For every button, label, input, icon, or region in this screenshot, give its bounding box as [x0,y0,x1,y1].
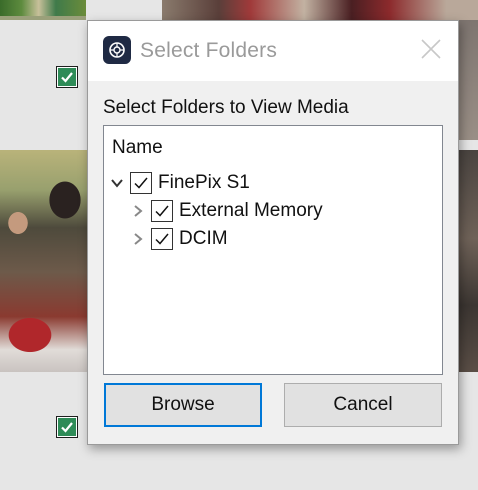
thumbnail-image[interactable] [458,150,478,372]
cancel-button[interactable]: Cancel [284,383,442,427]
chevron-down-icon[interactable] [109,175,125,191]
checkmark-icon [58,418,76,436]
select-folders-dialog: Select Folders Select Folders to View Me… [87,20,459,445]
folder-checkbox[interactable] [130,172,152,194]
chevron-right-icon[interactable] [130,203,146,219]
folder-checkbox[interactable] [151,200,173,222]
checkmark-icon [155,205,169,217]
chevron-right-icon[interactable] [130,231,146,247]
checkmark-icon [58,68,76,86]
close-button[interactable] [418,36,444,62]
dialog-title: Select Folders [140,39,278,62]
thumbnail-checkbox[interactable] [56,66,78,88]
tree-node[interactable]: DCIM [130,226,228,252]
thumbnail-image[interactable] [162,0,478,20]
tree-node[interactable]: External Memory [130,198,323,224]
tree-node-label: External Memory [179,200,323,221]
dialog-prompt: Select Folders to View Media [103,97,349,118]
thumbnail-image[interactable] [0,150,90,372]
checkmark-icon [155,233,169,245]
tree-node[interactable]: FinePix S1 [109,170,250,196]
thumbnail-image[interactable] [0,0,86,20]
tree-node-label: FinePix S1 [158,172,250,193]
folder-tree[interactable]: Name FinePix S1 External Memory DCIM [103,125,443,375]
app-logo-icon [103,36,131,64]
browse-button[interactable]: Browse [104,383,262,427]
tree-node-label: DCIM [179,228,228,249]
thumbnail-checkbox[interactable] [56,416,78,438]
folder-checkbox[interactable] [151,228,173,250]
thumbnail-image[interactable] [458,20,478,140]
tree-column-header[interactable]: Name [112,137,163,159]
close-icon [421,39,441,59]
dialog-titlebar[interactable]: Select Folders [88,21,458,81]
checkmark-icon [134,177,148,189]
